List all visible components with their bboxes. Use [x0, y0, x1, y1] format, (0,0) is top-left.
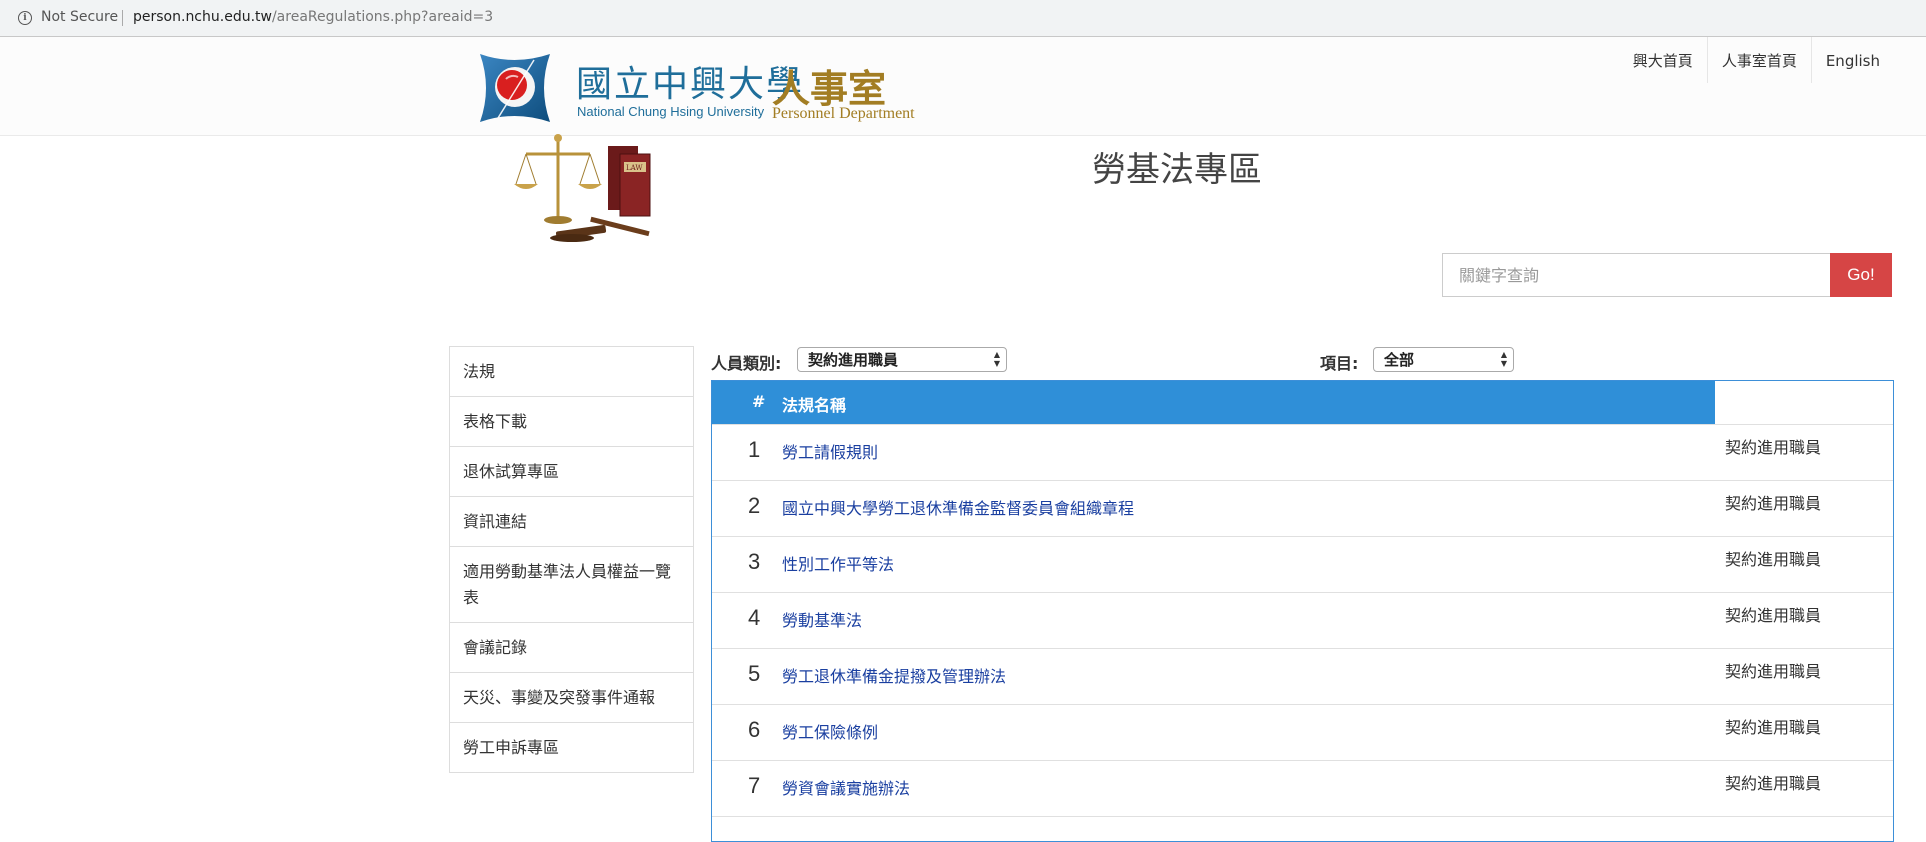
item-type-label: 項目: — [1320, 354, 1359, 373]
select-arrows-icon: ▲ ▼ — [1500, 350, 1507, 368]
row-category: 契約進用職員 — [1725, 606, 1822, 625]
regulation-link[interactable]: 勞資會議實施辦法 — [782, 775, 910, 799]
nav-university-home[interactable]: 興大首頁 — [1619, 37, 1707, 83]
regulation-link[interactable]: 性別工作平等法 — [782, 551, 894, 575]
sidebar-item-retirement-calculator[interactable]: 退休試算專區 — [450, 446, 693, 496]
table-row: 5 勞工退休準備金提撥及管理辦法 契約進用職員 — [712, 648, 1893, 704]
nav-personnel-home[interactable]: 人事室首頁 — [1706, 37, 1811, 83]
regulations-table: # 法規名稱 1 勞工請假規則 契約進用職員 2 國立中興大學勞工退休準備金監督… — [711, 380, 1894, 842]
personnel-type-label: 人員類別: — [711, 354, 782, 373]
regulation-link[interactable]: 勞工退休準備金提撥及管理辦法 — [782, 663, 1006, 687]
logo-chinese-name: 國立中興大學 — [576, 64, 805, 105]
search-go-button[interactable]: Go! — [1830, 253, 1892, 297]
law-scales-books-gavel-image: LAW — [514, 134, 651, 242]
info-icon[interactable]: i — [18, 11, 32, 25]
personnel-type-select[interactable]: 契約進用職員 ▲ ▼ — [797, 347, 1007, 372]
item-type-select[interactable]: 全部 ▲ ▼ — [1373, 347, 1514, 372]
header-regulation-name: 法規名稱 — [782, 396, 847, 415]
sidebar-item-regulations[interactable]: 法規 — [450, 347, 693, 396]
row-index: 6 — [748, 717, 761, 742]
select-arrows-icon: ▲ ▼ — [993, 350, 1000, 368]
regulation-link[interactable]: 國立中興大學勞工退休準備金監督委員會組織章程 — [782, 495, 1134, 519]
row-category: 契約進用職員 — [1725, 774, 1822, 793]
logo-english-name: National Chung Hsing University — [577, 104, 765, 119]
row-category: 契約進用職員 — [1725, 494, 1822, 513]
university-emblem-icon — [480, 54, 550, 122]
table-row: 1 勞工請假規則 契約進用職員 — [712, 424, 1893, 480]
dept-english-name: Personnel Department — [772, 105, 915, 122]
sidebar-item-meeting-records[interactable]: 會議記錄 — [450, 622, 693, 672]
table-row: 3 性別工作平等法 契約進用職員 — [712, 536, 1893, 592]
sidebar-item-info-links[interactable]: 資訊連結 — [450, 496, 693, 546]
row-category: 契約進用職員 — [1725, 550, 1822, 569]
table-header: # 法規名稱 — [712, 381, 1715, 424]
url-text[interactable]: person.nchu.edu.tw/areaRegulations.php?a… — [133, 9, 493, 25]
row-index: 4 — [748, 605, 761, 630]
top-nav: 興大首頁 人事室首頁 English — [1619, 37, 1926, 83]
browser-url-bar[interactable]: i Not Secure person.nchu.edu.tw/areaRegu… — [0, 0, 1926, 37]
row-index: 7 — [748, 773, 761, 798]
nav-english[interactable]: English — [1810, 37, 1926, 83]
item-type-value: 全部 — [1384, 351, 1415, 369]
row-index: 5 — [748, 661, 761, 686]
header-index: # — [752, 392, 766, 411]
personnel-type-value: 契約進用職員 — [808, 351, 899, 369]
regulation-link[interactable]: 勞工保險條例 — [782, 719, 878, 743]
sidebar-item-rights-table[interactable]: 適用勞動基準法人員權益一覽表 — [450, 546, 693, 622]
row-index: 1 — [748, 437, 761, 462]
row-category: 契約進用職員 — [1725, 438, 1822, 457]
sidebar-menu: 法規 表格下載 退休試算專區 資訊連結 適用勞動基準法人員權益一覽表 會議記錄 … — [449, 346, 694, 773]
sidebar-item-disaster-reporting[interactable]: 天災、事變及突發事件通報 — [450, 672, 693, 722]
sidebar-item-form-downloads[interactable]: 表格下載 — [450, 396, 693, 446]
table-row: 2 國立中興大學勞工退休準備金監督委員會組織章程 契約進用職員 — [712, 480, 1893, 536]
sidebar-item-labor-complaints[interactable]: 勞工申訴專區 — [450, 722, 693, 772]
site-logo[interactable]: 國立中興大學 National Chung Hsing University 人… — [476, 52, 956, 128]
table-row: 7 勞資會議實施辦法 契約進用職員 — [712, 760, 1893, 816]
row-index: 2 — [748, 493, 761, 518]
regulation-link[interactable]: 勞工請假規則 — [782, 439, 878, 463]
page-title: 勞基法專區 — [1092, 150, 1262, 190]
search-bar: Go! — [1442, 253, 1892, 297]
security-label: Not Secure — [41, 9, 119, 25]
row-category: 契約進用職員 — [1725, 662, 1822, 681]
table-row: 4 勞動基準法 契約進用職員 — [712, 592, 1893, 648]
row-index: 3 — [748, 549, 761, 574]
row-category: 契約進用職員 — [1725, 718, 1822, 737]
svg-text:LAW: LAW — [626, 164, 643, 172]
url-separator — [122, 10, 123, 26]
regulation-link[interactable]: 勞動基準法 — [782, 607, 862, 631]
table-row: 6 勞工保險條例 契約進用職員 — [712, 704, 1893, 760]
table-row — [712, 816, 1893, 841]
search-input[interactable] — [1442, 253, 1849, 297]
